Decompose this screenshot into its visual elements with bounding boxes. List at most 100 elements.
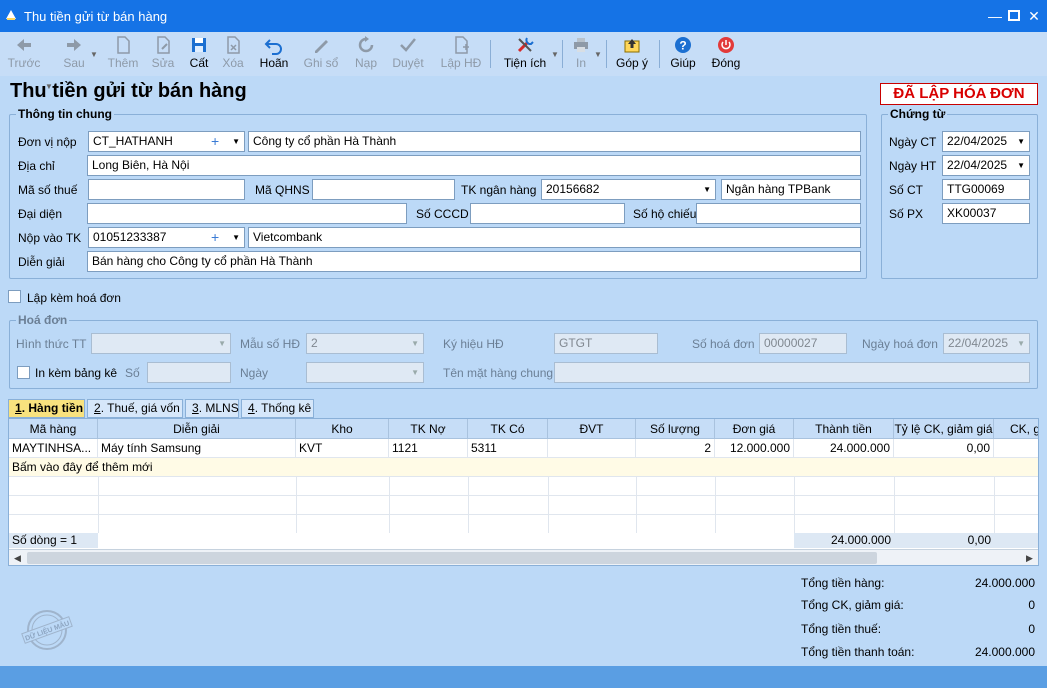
cell-debit-account[interactable]: 1121	[389, 439, 468, 458]
address-input[interactable]: Long Biên, Hà Nội	[87, 155, 861, 176]
add-new-row[interactable]: Bấm vào đây để thêm mới	[9, 458, 1038, 477]
attach-invoice-checkbox[interactable]	[8, 290, 21, 303]
tab-mlns[interactable]: 3. MLNS	[185, 399, 239, 418]
invoice-date-picker[interactable]: 22/04/2025 ▼	[943, 333, 1030, 354]
cell-warehouse[interactable]: KVT	[296, 439, 389, 458]
minimize-icon[interactable]: —	[985, 6, 1005, 26]
col-header-credit-account[interactable]: TK Có	[468, 419, 548, 439]
cccd-input[interactable]	[470, 203, 625, 224]
chevron-down-icon[interactable]: ▼	[411, 363, 419, 382]
add-icon[interactable]: +	[211, 228, 219, 247]
help-button[interactable]: ? Giúp	[666, 32, 700, 76]
payer-name-input[interactable]: Công ty cổ phần Hà Thành	[248, 131, 861, 152]
col-header-unit[interactable]: ĐVT	[548, 419, 636, 439]
chevron-down-icon[interactable]: ▼	[232, 228, 240, 247]
list-number-input[interactable]	[147, 362, 231, 383]
horizontal-scrollbar[interactable]: ◀ ▶	[9, 549, 1038, 565]
posting-date-picker[interactable]: 22/04/2025 ▼	[942, 155, 1030, 176]
invoice-number-input[interactable]: 00000027	[759, 333, 847, 354]
cell-item-code[interactable]: MAYTINHSA...	[9, 439, 98, 458]
tab-tax-cost[interactable]: 2. Thuế, giá vốn	[87, 399, 183, 418]
print-dropdown-icon[interactable]: ▼	[594, 50, 602, 59]
close-window-icon[interactable]: ✕	[1024, 6, 1044, 26]
cell-discount[interactable]	[994, 439, 1038, 458]
col-header-quantity[interactable]: Số lượng	[636, 419, 715, 439]
edit-button[interactable]: Sửa	[146, 32, 180, 76]
next-button[interactable]: Sau	[58, 32, 90, 76]
chevron-down-icon[interactable]: ▼	[1017, 156, 1025, 175]
chevron-down-icon[interactable]: ▼	[232, 132, 240, 151]
scroll-right-icon[interactable]: ▶	[1021, 550, 1038, 565]
voucher-number-label: Số CT	[889, 183, 924, 197]
col-header-description[interactable]: Diễn giải	[98, 419, 296, 439]
cell-amount[interactable]: 24.000.000	[794, 439, 894, 458]
utilities-dropdown-icon[interactable]: ▼	[551, 50, 559, 59]
save-button[interactable]: Cất	[184, 32, 214, 76]
invoice-template-select[interactable]: 2 ▼	[306, 333, 424, 354]
unpost-button[interactable]: Nạp	[349, 32, 383, 76]
bank-name-input[interactable]: Ngân hàng TPBank	[721, 179, 861, 200]
delete-button[interactable]: Xóa	[217, 32, 249, 76]
voucher-date-picker[interactable]: 22/04/2025 ▼	[942, 131, 1030, 152]
upload-box-icon	[624, 39, 640, 53]
undo-button[interactable]: Hoãn	[255, 32, 293, 76]
print-button[interactable]: In	[568, 32, 594, 76]
feedback-button[interactable]: Góp ý	[612, 32, 652, 76]
chevron-down-icon[interactable]: ▼	[703, 180, 711, 199]
cell-unit-price[interactable]: 12.000.000	[715, 439, 794, 458]
maximize-icon[interactable]	[1004, 6, 1024, 26]
description-input[interactable]: Bán hàng cho Công ty cổ phần Hà Thành	[87, 251, 861, 272]
representative-input[interactable]	[87, 203, 407, 224]
scrollbar-thumb[interactable]	[27, 552, 877, 564]
chevron-down-icon[interactable]: ▼	[411, 334, 419, 353]
print-list-checkbox[interactable]	[17, 366, 30, 379]
row-count: Số dòng = 1	[9, 533, 98, 548]
deposit-account-select[interactable]: 01051233387 + ▼	[88, 227, 245, 248]
chevron-down-icon[interactable]: ▼	[1017, 132, 1025, 151]
total-discount-label: Tổng CK, giảm giá:	[801, 598, 904, 612]
approve-button[interactable]: Duyệt	[388, 32, 428, 76]
cell-unit[interactable]	[548, 439, 636, 458]
cell-description[interactable]: Máy tính Samsung	[98, 439, 296, 458]
grid-divider	[548, 477, 549, 533]
cell-discount-rate[interactable]: 0,00	[894, 439, 994, 458]
general-goods-input[interactable]	[554, 362, 1030, 383]
col-header-discount-rate[interactable]: Tỷ lệ CK, giảm giá	[894, 419, 994, 439]
prev-button[interactable]: Trước	[6, 32, 42, 76]
deposit-bank-input[interactable]: Vietcombank	[248, 227, 861, 248]
col-header-item-code[interactable]: Mã hàng	[9, 419, 98, 439]
col-header-unit-price[interactable]: Đơn giá	[715, 419, 794, 439]
tab-statistics[interactable]: 4. Thống kê	[241, 399, 314, 418]
qhns-input[interactable]	[312, 179, 455, 200]
bank-account-select[interactable]: 20156682 ▼	[541, 179, 716, 200]
chevron-down-icon[interactable]: ▼	[1017, 334, 1025, 353]
tax-code-input[interactable]	[88, 179, 245, 200]
list-date-picker[interactable]: ▼	[306, 362, 424, 383]
col-header-warehouse[interactable]: Kho	[296, 419, 389, 439]
voucher-number-input[interactable]: TTG00069	[942, 179, 1030, 200]
add-icon[interactable]: +	[211, 132, 219, 151]
tab-goods-money[interactable]: 1. Hàng tiền	[8, 399, 85, 418]
next-dropdown-icon[interactable]: ▼	[90, 50, 98, 59]
scroll-left-icon[interactable]: ◀	[9, 550, 26, 565]
col-header-debit-account[interactable]: TK Nợ	[389, 419, 468, 439]
power-icon	[718, 37, 734, 53]
passport-input[interactable]	[696, 203, 861, 224]
invoice-symbol-input[interactable]: GTGT	[554, 333, 658, 354]
export-number-input[interactable]: XK00037	[942, 203, 1030, 224]
group-title: Chứng từ	[888, 107, 948, 121]
post-button[interactable]: Ghi sổ	[300, 32, 342, 76]
chevron-down-icon[interactable]: ▼	[218, 334, 226, 353]
create-invoice-button[interactable]: Lập HĐ	[438, 32, 484, 76]
cell-quantity[interactable]: 2	[636, 439, 715, 458]
payment-form-select[interactable]: ▼	[91, 333, 231, 354]
col-header-discount[interactable]: CK, g	[994, 419, 1038, 439]
add-button[interactable]: Thêm	[104, 32, 142, 76]
svg-text:?: ?	[679, 39, 686, 53]
utilities-button[interactable]: Tiện ích	[500, 32, 550, 76]
help-icon: ?	[675, 37, 691, 53]
close-button[interactable]: Đóng	[708, 32, 744, 76]
cell-credit-account[interactable]: 5311	[468, 439, 548, 458]
col-header-amount[interactable]: Thành tiền	[794, 419, 894, 439]
payer-code-select[interactable]: CT_HATHANH + ▼	[88, 131, 245, 152]
